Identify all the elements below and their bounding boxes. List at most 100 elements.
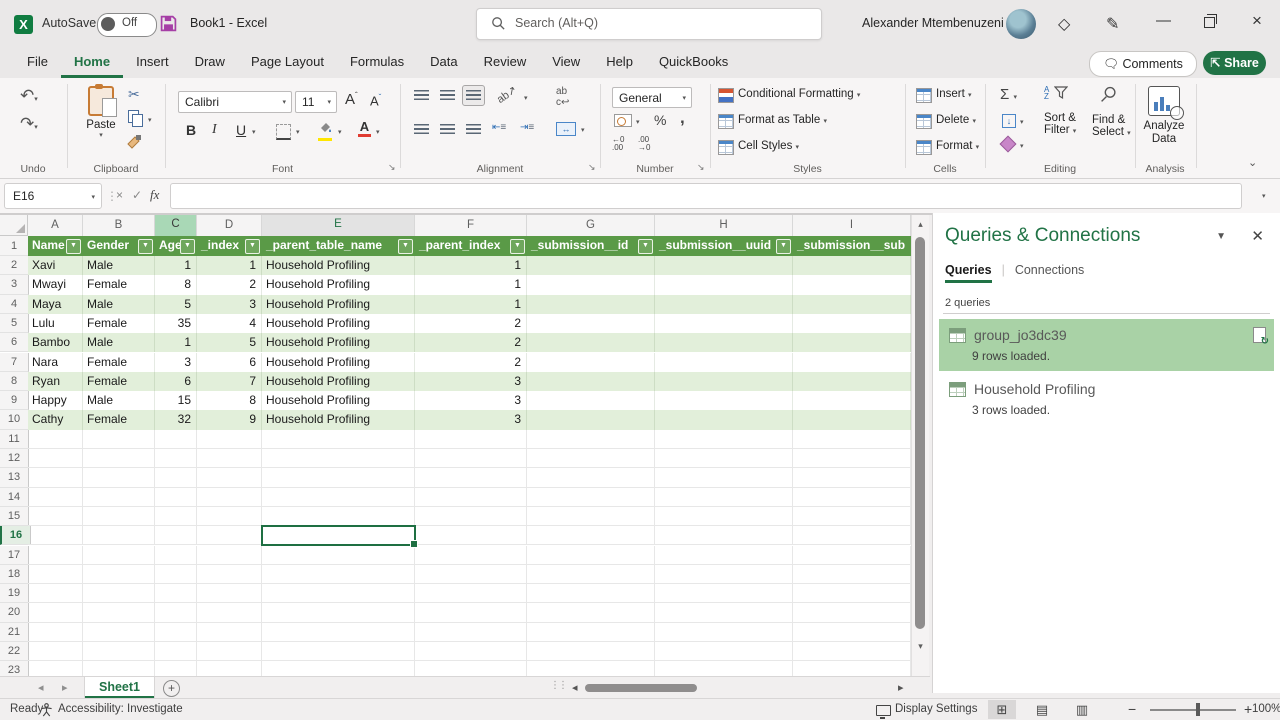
table-header-_index[interactable]: _index▼: [197, 236, 263, 256]
panel-close-icon[interactable]: ✕: [1251, 227, 1264, 245]
increase-font-icon[interactable]: Aˆ: [345, 91, 358, 108]
cell-A15[interactable]: [28, 507, 83, 526]
cell-C4[interactable]: 5: [155, 295, 197, 314]
zoom-out-icon[interactable]: −: [1128, 701, 1136, 717]
expand-formula-bar-icon[interactable]: ▾: [1262, 192, 1266, 200]
cell-H23[interactable]: [655, 661, 793, 676]
cell-F16[interactable]: [415, 526, 527, 545]
number-dialog-launcher-icon[interactable]: ↘: [697, 162, 705, 173]
sheet-nav-next-icon[interactable]: ▸: [62, 681, 68, 694]
cell-D15[interactable]: [197, 507, 262, 526]
decrease-font-icon[interactable]: Aˇ: [370, 93, 381, 108]
tab-page-layout[interactable]: Page Layout: [238, 48, 337, 78]
cell-F23[interactable]: [415, 661, 527, 676]
format-as-table-icon[interactable]: [718, 114, 734, 129]
table-header-Age[interactable]: Age▼: [155, 236, 198, 256]
cell-C6[interactable]: 1: [155, 333, 197, 352]
cell-B23[interactable]: [83, 661, 155, 676]
cell-C8[interactable]: 6: [155, 372, 197, 391]
cell-G5[interactable]: [527, 314, 655, 333]
cell-D22[interactable]: [197, 642, 262, 661]
cell-C7[interactable]: 3: [155, 353, 197, 372]
cell-G9[interactable]: [527, 391, 655, 410]
cancel-formula-icon[interactable]: ×: [116, 188, 123, 202]
cell-F9[interactable]: 3: [415, 391, 527, 410]
cell-D23[interactable]: [197, 661, 262, 676]
column-header-C[interactable]: C: [155, 215, 197, 238]
cell-H17[interactable]: [655, 546, 793, 565]
filter-button[interactable]: ▼: [398, 239, 413, 254]
align-right-icon[interactable]: [466, 124, 481, 134]
font-name-select[interactable]: Calibri▾: [178, 91, 292, 113]
cell-E17[interactable]: [262, 546, 415, 565]
cell-I3[interactable]: [793, 275, 911, 294]
vertical-scrollbar[interactable]: ▴ ▾: [911, 215, 929, 676]
format-cells-icon[interactable]: [916, 140, 932, 155]
align-middle-icon[interactable]: [440, 90, 455, 100]
page-break-view-icon[interactable]: ▥: [1068, 700, 1096, 719]
cell-B8[interactable]: Female: [83, 372, 155, 391]
zoom-percent[interactable]: 100%: [1252, 703, 1280, 715]
cell-A21[interactable]: [28, 623, 83, 642]
cell-A19[interactable]: [28, 584, 83, 603]
font-size-select[interactable]: 11▾: [295, 91, 337, 113]
row-header-7[interactable]: 7: [0, 353, 29, 372]
font-color-icon[interactable]: A: [358, 119, 371, 137]
column-header-A[interactable]: A: [28, 215, 83, 237]
cell-G10[interactable]: [527, 410, 655, 429]
cell-H5[interactable]: [655, 314, 793, 333]
cell-A22[interactable]: [28, 642, 83, 661]
row-header-5[interactable]: 5: [0, 314, 29, 333]
align-left-icon[interactable]: [414, 124, 429, 134]
cell-A14[interactable]: [28, 488, 83, 507]
cell-G12[interactable]: [527, 449, 655, 468]
cell-G3[interactable]: [527, 275, 655, 294]
filter-button[interactable]: ▼: [66, 239, 81, 254]
cell-styles-button[interactable]: Cell Styles ▾: [738, 140, 799, 152]
cell-H4[interactable]: [655, 295, 793, 314]
cell-A11[interactable]: [28, 430, 83, 449]
horizontal-scroll-thumb[interactable]: [585, 684, 697, 692]
cell-E6[interactable]: Household Profiling: [262, 333, 415, 352]
redo-icon[interactable]: ↷▾: [20, 114, 38, 134]
cell-G17[interactable]: [527, 546, 655, 565]
analyze-data-button[interactable]: Analyze Data: [1140, 86, 1188, 146]
cell-E3[interactable]: Household Profiling: [262, 275, 415, 294]
cell-B7[interactable]: Female: [83, 353, 155, 372]
cell-A6[interactable]: Bambo: [28, 333, 83, 352]
cell-A8[interactable]: Ryan: [28, 372, 83, 391]
column-header-D[interactable]: D: [197, 215, 262, 237]
cell-I23[interactable]: [793, 661, 911, 676]
vertical-scroll-thumb[interactable]: [915, 237, 925, 629]
user-name[interactable]: Alexander Mtembenuzeni: [862, 16, 1004, 30]
format-cells-button[interactable]: Format ▾: [936, 140, 979, 152]
cell-B11[interactable]: [83, 430, 155, 449]
table-header-_submission__sub[interactable]: _submission__sub: [793, 236, 911, 256]
cell-D8[interactable]: 7: [197, 372, 262, 391]
row-header-4[interactable]: 4: [0, 295, 29, 314]
cell-D9[interactable]: 8: [197, 391, 262, 410]
normal-view-icon[interactable]: ⊞: [988, 700, 1016, 719]
cell-B12[interactable]: [83, 449, 155, 468]
cell-D6[interactable]: 5: [197, 333, 262, 352]
accessibility-status[interactable]: Accessibility: Investigate: [58, 703, 183, 715]
cell-D3[interactable]: 2: [197, 275, 262, 294]
cell-C3[interactable]: 8: [155, 275, 197, 294]
tab-view[interactable]: View: [539, 48, 593, 78]
find-select-button[interactable]: Find & Select ▾: [1092, 86, 1131, 138]
row-header-8[interactable]: 8: [0, 372, 29, 391]
cell-B4[interactable]: Male: [83, 295, 155, 314]
accounting-caret-icon[interactable]: ▾: [636, 118, 640, 126]
cell-I4[interactable]: [793, 295, 911, 314]
zoom-slider-thumb[interactable]: [1196, 703, 1200, 716]
table-header-Gender[interactable]: Gender▼: [83, 236, 156, 256]
select-all-corner[interactable]: [0, 215, 28, 236]
cell-A12[interactable]: [28, 449, 83, 468]
cell-G4[interactable]: [527, 295, 655, 314]
cell-I11[interactable]: [793, 430, 911, 449]
table-header-_submission__uuid[interactable]: _submission__uuid▼: [655, 236, 794, 256]
scrollbar-resize-grip[interactable]: ⋮⋮: [550, 680, 566, 691]
cell-A16[interactable]: [28, 526, 83, 545]
scroll-down-icon[interactable]: ▾: [912, 641, 929, 652]
fill-down-icon[interactable]: ↓: [1002, 114, 1016, 128]
